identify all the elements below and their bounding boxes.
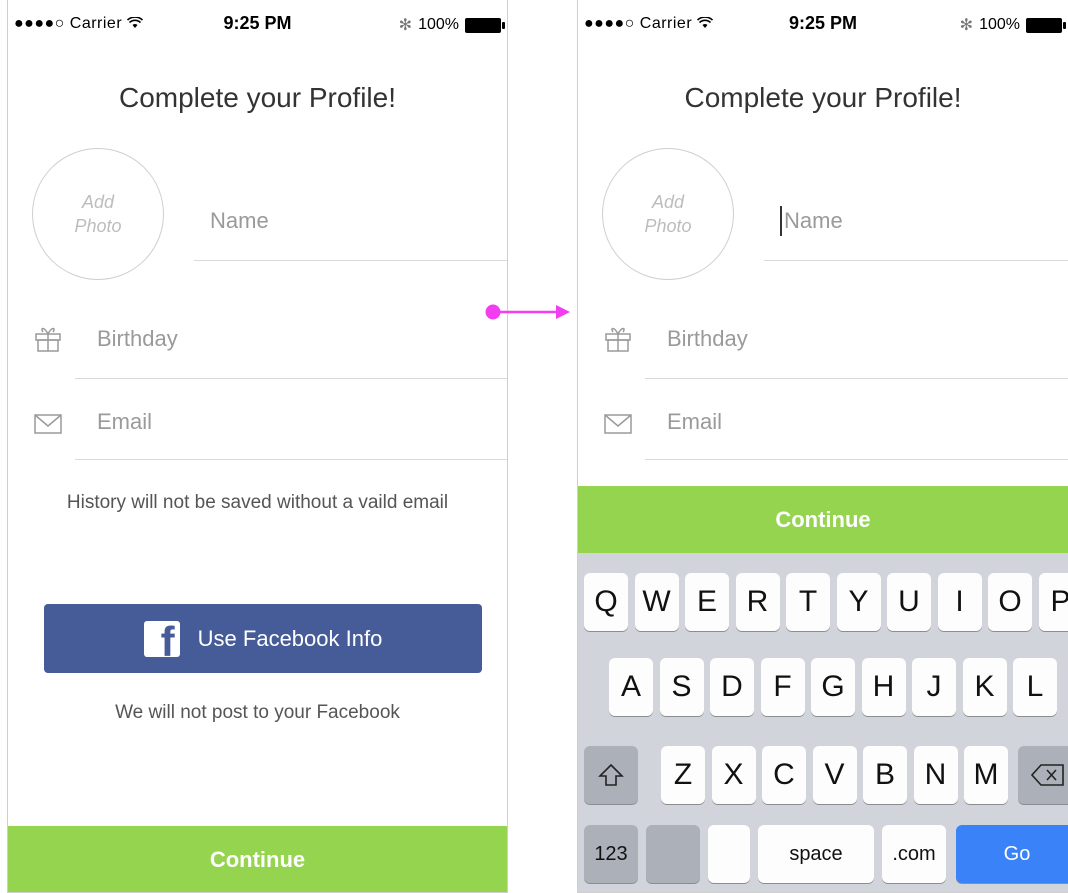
numbers-key[interactable]: 123 <box>584 825 638 883</box>
add-photo-label: Add Photo <box>644 192 692 236</box>
gift-icon <box>35 327 61 352</box>
key-i[interactable]: I <box>937 573 982 631</box>
email-note: History will not be saved without a vail… <box>66 492 449 513</box>
dotcom-key[interactable]: .com <box>882 825 946 883</box>
keyboard: 123 space .com Go QWERTYUIOP ASDFGHJKL ZXC… <box>578 553 1068 892</box>
gift-icon <box>605 327 631 352</box>
transition-arrow-icon <box>485 304 570 320</box>
key-j[interactable]: J <box>912 658 956 716</box>
facebook-button[interactable]: f Use Facebook Info <box>44 604 482 673</box>
email-field[interactable]: Email <box>75 384 507 460</box>
key-g[interactable]: G <box>811 658 855 716</box>
mail-icon <box>34 414 62 434</box>
page-title: Complete your Profile! <box>684 82 962 113</box>
key-l[interactable]: L <box>1013 658 1057 716</box>
go-key-label: Go <box>1003 842 1031 865</box>
bluetooth-icon: ✻ <box>398 17 413 34</box>
add-photo-button[interactable]: Add Photo <box>32 148 164 280</box>
name-field[interactable]: Name <box>194 182 507 261</box>
birthday-placeholder: Birthday <box>667 326 748 351</box>
facebook-note: We will not post to your Facebook <box>115 702 400 723</box>
status-bar: ●●●●○ Carrier 9:25 PM ✻ 100% <box>578 0 1068 48</box>
key-a[interactable]: A <box>609 658 653 716</box>
battery-icon <box>1026 17 1066 33</box>
key-u[interactable]: U <box>887 573 931 631</box>
email-placeholder: Email <box>667 408 723 434</box>
numbers-key-label: 123 <box>594 842 628 865</box>
key-f[interactable]: F <box>760 658 805 716</box>
key-k[interactable]: K <box>962 658 1007 716</box>
key-q[interactable]: Q <box>584 573 628 631</box>
globe-key[interactable] <box>708 825 750 883</box>
key-w[interactable]: W <box>634 573 679 631</box>
key-m[interactable]: M <box>964 746 1008 804</box>
continue-button[interactable]: Continue <box>8 826 507 892</box>
birthday-field[interactable]: Birthday <box>75 300 507 379</box>
birthday-field[interactable]: Birthday <box>645 300 1068 379</box>
key-y[interactable]: Y <box>836 573 881 631</box>
key-h[interactable]: H <box>861 658 906 716</box>
continue-label: Continue <box>775 506 871 532</box>
key-e[interactable]: E <box>685 573 729 631</box>
backspace-icon <box>1031 764 1064 786</box>
delete-key[interactable] <box>1018 746 1068 804</box>
shift-icon <box>598 763 624 786</box>
add-photo-button[interactable]: Add Photo <box>602 148 734 280</box>
shift-key[interactable] <box>584 746 638 804</box>
profile-screen-right: ●●●●○ Carrier 9:25 PM ✻ 100% Complete yo… <box>577 0 1068 893</box>
status-bar: ●●●●○ Carrier 9:25 PM ✻ 100% <box>8 0 507 48</box>
key-o[interactable]: O <box>988 573 1032 631</box>
facebook-icon: f <box>143 620 180 657</box>
facebook-button-label: Use Facebook Info <box>197 625 383 651</box>
continue-label: Continue <box>209 846 306 872</box>
key-v[interactable]: V <box>812 746 857 804</box>
bluetooth-icon: ✻ <box>959 17 974 34</box>
go-key[interactable]: Go <box>956 825 1068 883</box>
add-photo-label: Add Photo <box>74 192 122 236</box>
key-r[interactable]: R <box>735 573 780 631</box>
space-key[interactable]: space <box>758 825 874 883</box>
key-p[interactable]: P <box>1038 573 1068 631</box>
continue-button[interactable]: Continue <box>578 486 1068 553</box>
key-n[interactable]: N <box>913 746 958 804</box>
battery-percent: 100% <box>418 16 459 33</box>
key-c[interactable]: C <box>762 746 806 804</box>
text-cursor <box>780 206 782 236</box>
key-t[interactable]: T <box>786 573 830 631</box>
birthday-placeholder: Birthday <box>97 326 178 351</box>
key-z[interactable]: Z <box>661 746 705 804</box>
page-title: Complete your Profile! <box>118 82 396 113</box>
battery-percent: 100% <box>979 16 1020 33</box>
mail-icon <box>604 414 632 434</box>
key-d[interactable]: D <box>710 658 754 716</box>
space-key-label: space <box>789 842 843 865</box>
name-placeholder: Name <box>210 208 269 233</box>
key-s[interactable]: S <box>659 658 704 716</box>
email-field[interactable]: Email <box>645 384 1068 460</box>
dotcom-key-label: .com <box>892 842 936 865</box>
battery-icon <box>465 17 505 33</box>
email-placeholder: Email <box>97 408 153 434</box>
name-placeholder: Name <box>784 208 843 233</box>
profile-screen-left: ●●●●○ Carrier 9:25 PM ✻ 100% Complete yo… <box>7 0 508 893</box>
key-x[interactable]: X <box>711 746 756 804</box>
emoji-key[interactable] <box>646 825 700 883</box>
name-field-focused[interactable]: Name <box>764 182 1068 261</box>
key-b[interactable]: B <box>863 746 907 804</box>
